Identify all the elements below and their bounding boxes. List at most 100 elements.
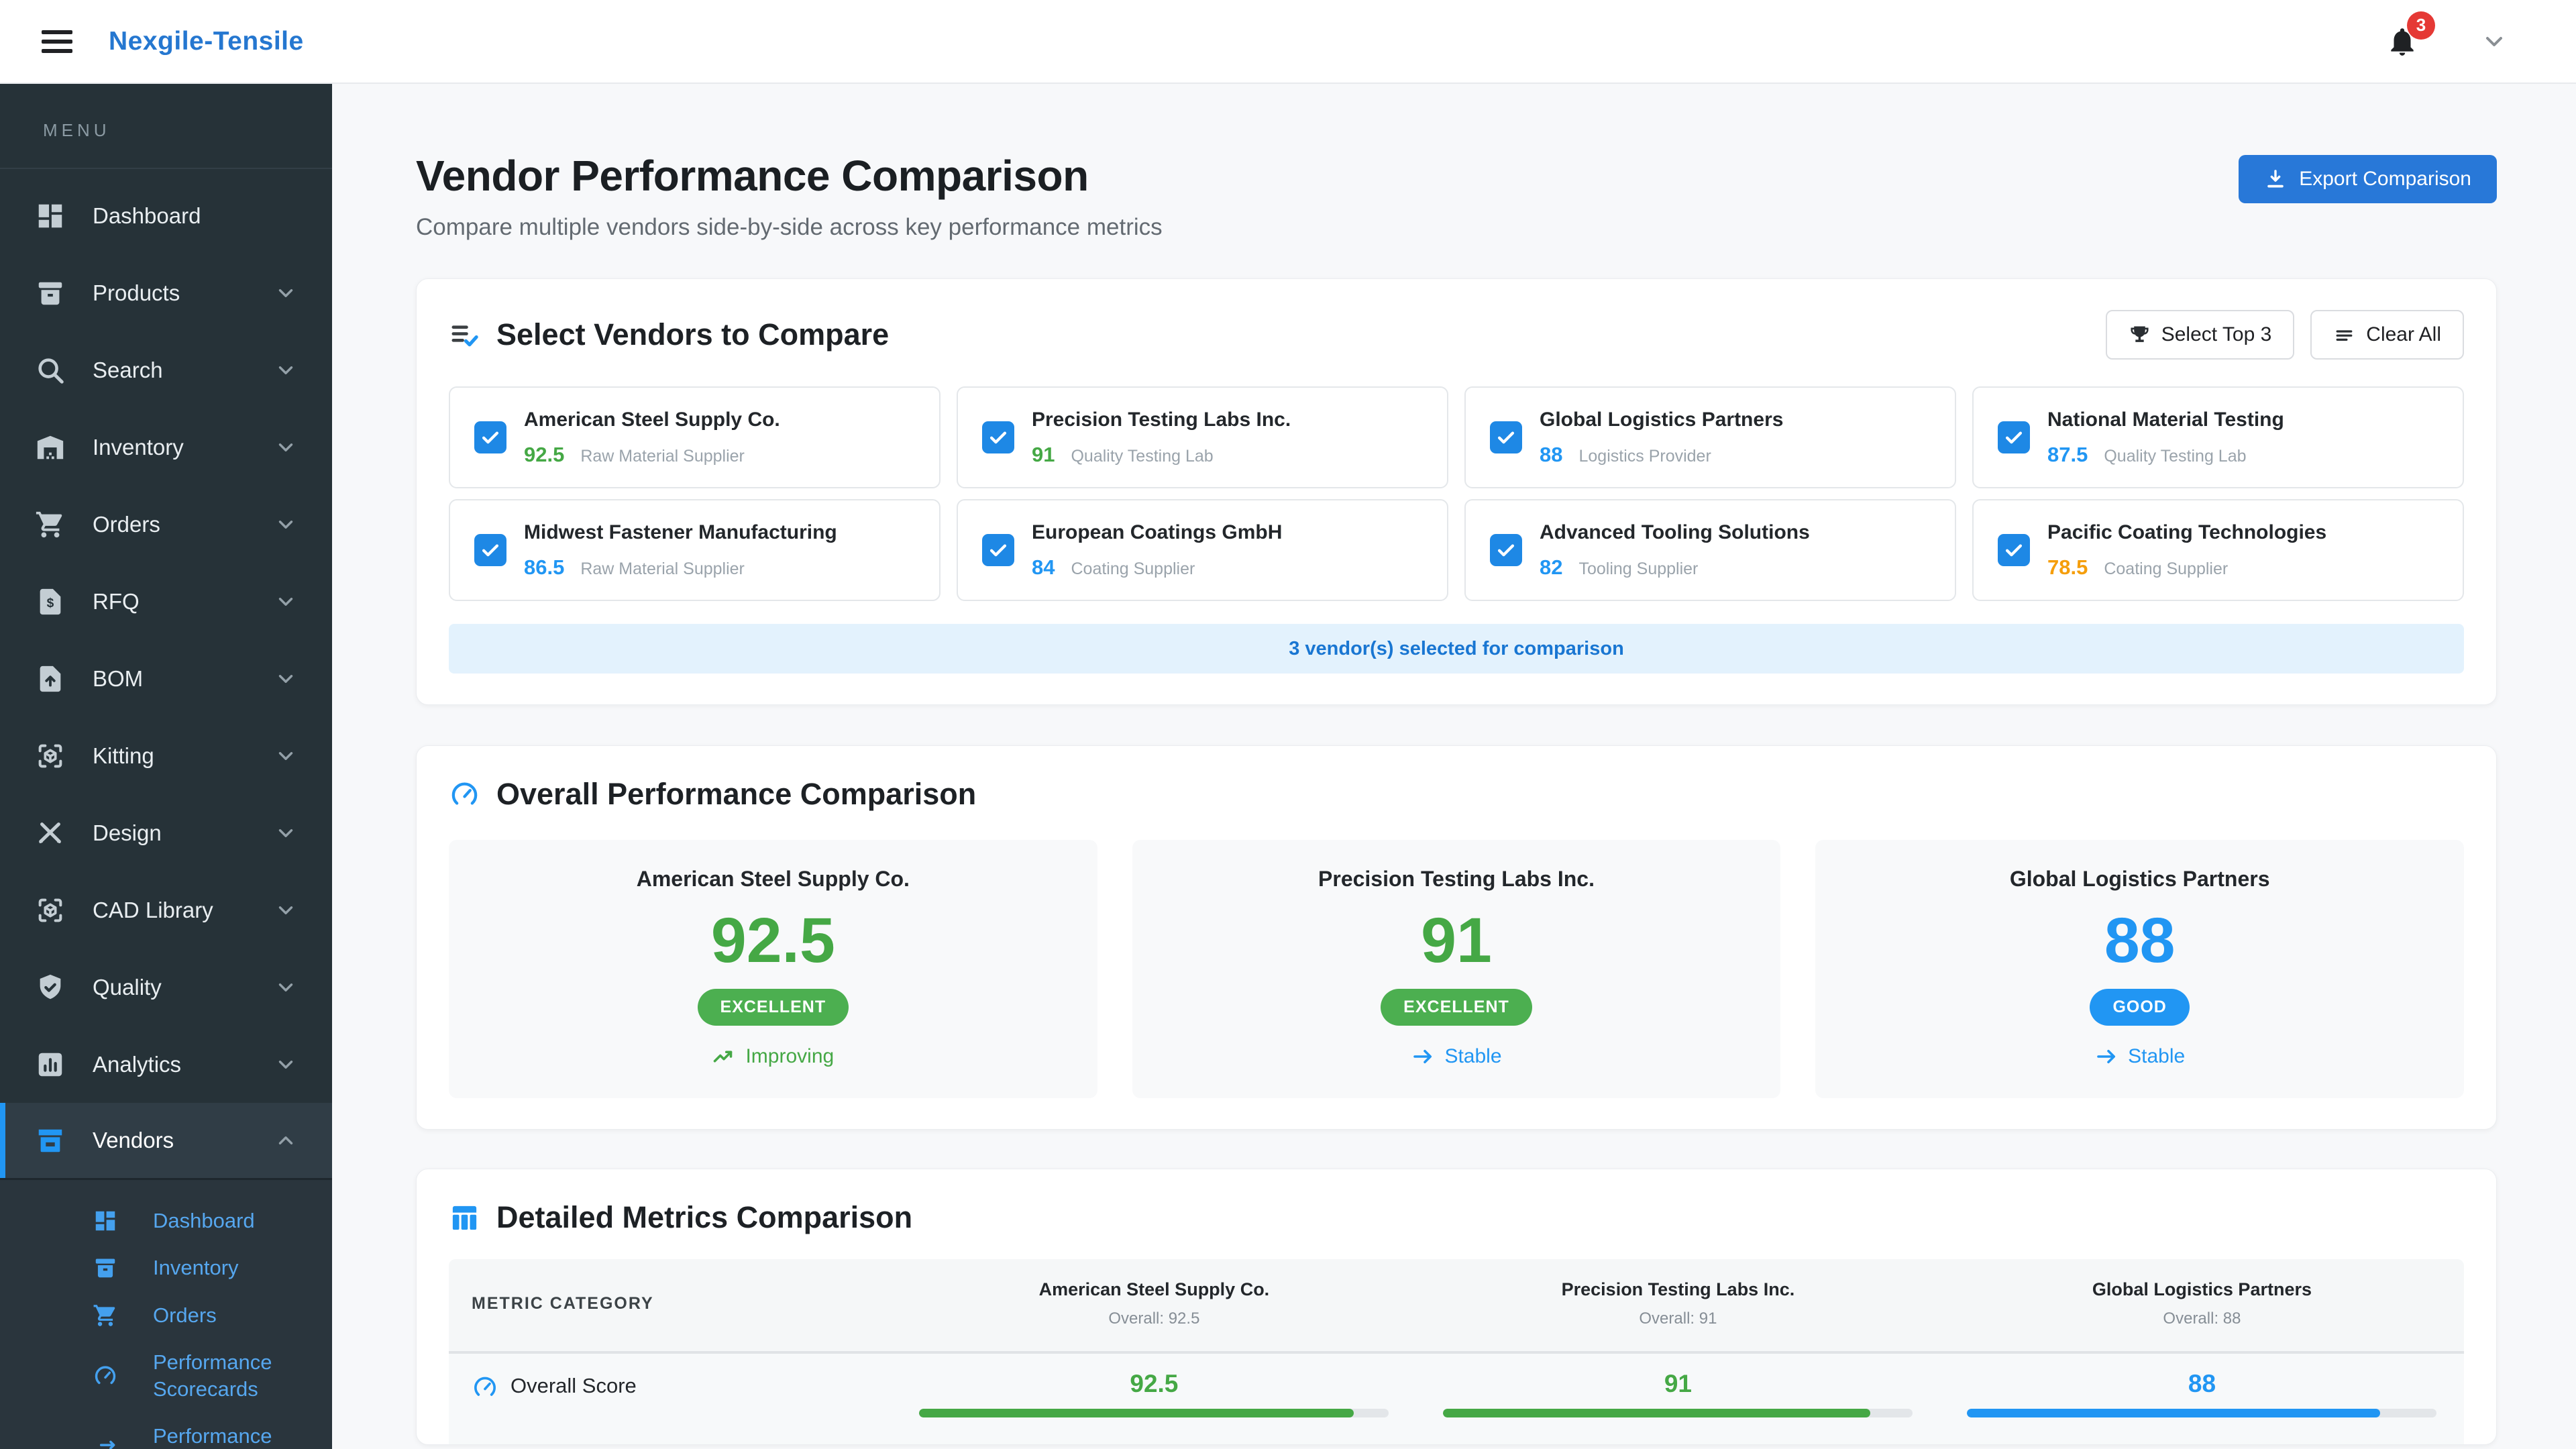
vendor-name: National Material Testing (2047, 409, 2284, 431)
sidebar-item-bom[interactable]: BOM (0, 640, 332, 717)
metrics-table-header: METRIC CATEGORY American Steel Supply Co… (449, 1259, 2464, 1354)
chevron-down-icon[interactable] (2481, 28, 2508, 55)
notifications-button[interactable]: 3 (2385, 25, 2419, 58)
overall-score: 92.5 (462, 909, 1084, 973)
checkbox-checked[interactable] (474, 534, 506, 566)
top-navbar: Nexgile-Tensile 3 (0, 0, 2576, 84)
table-columns-icon (449, 1202, 480, 1234)
vendor-column-name: Precision Testing Labs Inc. (1416, 1279, 1940, 1300)
vendor-select-card[interactable]: American Steel Supply Co. 92.5Raw Materi… (449, 386, 941, 488)
sidebar-item-dashboard[interactable]: Dashboard (0, 177, 332, 254)
sidebar-item-kitting[interactable]: Kitting (0, 717, 332, 794)
chevron-down-icon (274, 436, 297, 459)
rfq-document-icon: $ (35, 586, 66, 617)
vendor-name: Midwest Fastener Manufacturing (524, 521, 837, 544)
design-tools-icon (35, 818, 66, 849)
vendor-select-card[interactable]: National Material Testing 87.5Quality Te… (1972, 386, 2464, 488)
vendor-name: Precision Testing Labs Inc. (1146, 867, 1768, 892)
performance-summary-card: American Steel Supply Co. 92.5 EXCELLENT… (449, 840, 1097, 1098)
performance-summary-card: Precision Testing Labs Inc. 91 EXCELLENT… (1132, 840, 1781, 1098)
submenu-item-label: Performance Comparison (153, 1423, 305, 1449)
checkbox-checked[interactable] (1998, 534, 2030, 566)
submenu-item-orders[interactable]: Orders (0, 1292, 332, 1339)
progress-bar-fill (1967, 1409, 2380, 1417)
metric-cell: 91 (1416, 1370, 1940, 1417)
export-comparison-button[interactable]: Export Comparison (2239, 155, 2497, 203)
arrow-right-icon (2094, 1044, 2118, 1069)
vendor-column-name: Global Logistics Partners (1940, 1279, 2464, 1300)
sidebar-item-orders[interactable]: Orders (0, 486, 332, 563)
sidebar-item-inventory[interactable]: Inventory (0, 409, 332, 486)
checkbox-checked[interactable] (1490, 421, 1522, 453)
brand-logo[interactable]: Nexgile-Tensile (109, 27, 304, 56)
metrics-table: METRIC CATEGORY American Steel Supply Co… (449, 1259, 2464, 1444)
submenu-item-inventory[interactable]: Inventory (0, 1244, 332, 1291)
overall-score: 91 (1146, 909, 1768, 973)
progress-bar-fill (1443, 1409, 1870, 1417)
vendor-name: Precision Testing Labs Inc. (1032, 409, 1291, 431)
sidebar-item-search[interactable]: Search (0, 331, 332, 409)
sidebar-item-design[interactable]: Design (0, 794, 332, 871)
vendor-column-overall: Overall: 91 (1416, 1309, 1940, 1328)
section-title: Overall Performance Comparison (496, 777, 976, 812)
sidebar-item-products[interactable]: Products (0, 254, 332, 331)
vendor-name: Global Logistics Partners (1829, 867, 2451, 892)
checkbox-checked[interactable] (474, 421, 506, 453)
sidebar-item-label: Products (93, 280, 180, 306)
hamburger-menu-icon[interactable] (42, 30, 72, 53)
store-icon (35, 1125, 66, 1156)
vendor-select-card[interactable]: Precision Testing Labs Inc. 91Quality Te… (957, 386, 1448, 488)
metric-row-label-text: Overall Score (511, 1374, 637, 1398)
sidebar-item-label: BOM (93, 666, 143, 692)
sidebar-item-rfq[interactable]: $ RFQ (0, 563, 332, 640)
sidebar-item-label: Kitting (93, 743, 154, 769)
sidebar-item-quality[interactable]: Quality (0, 949, 332, 1026)
main-content: Vendor Performance Comparison Compare mu… (332, 84, 2576, 1449)
vendor-select-card[interactable]: European Coatings GmbH 84Coating Supplie… (957, 499, 1448, 601)
select-vendors-card: Select Vendors to Compare Select Top 3 C… (416, 278, 2497, 705)
vendors-submenu: Dashboard Inventory Orders Performance S… (0, 1178, 332, 1449)
shield-check-icon (35, 972, 66, 1003)
vendor-select-card[interactable]: Pacific Coating Technologies 78.5Coating… (1972, 499, 2464, 601)
chevron-down-icon (274, 745, 297, 767)
submenu-item-label: Dashboard (153, 1208, 255, 1234)
sidebar-item-analytics[interactable]: Analytics (0, 1026, 332, 1103)
check-icon (479, 539, 502, 561)
sidebar-item-cad-library[interactable]: CAD Library (0, 871, 332, 949)
vendor-select-card[interactable]: Advanced Tooling Solutions 82Tooling Sup… (1464, 499, 1956, 601)
check-icon (987, 426, 1010, 449)
bom-document-icon (35, 663, 66, 694)
submenu-item-performance-comparison[interactable]: Performance Comparison (0, 1413, 332, 1449)
chevron-down-icon (274, 1053, 297, 1076)
select-top-3-button[interactable]: Select Top 3 (2106, 310, 2295, 360)
checkbox-checked[interactable] (1998, 421, 2030, 453)
metric-value: 92.5 (892, 1370, 1416, 1398)
sidebar-item-vendors-active[interactable]: Vendors (0, 1103, 332, 1178)
check-icon (2002, 539, 2025, 561)
submenu-item-performance-scorecards[interactable]: Performance Scorecards (0, 1339, 332, 1413)
vendor-name: Global Logistics Partners (1540, 409, 1783, 431)
trend-indicator: Stable (1146, 1044, 1768, 1069)
navbar-actions: 3 (2385, 25, 2534, 58)
trophy-icon (2129, 324, 2151, 346)
clear-all-button[interactable]: Clear All (2310, 310, 2464, 360)
chevron-down-icon (274, 513, 297, 536)
checkbox-checked[interactable] (982, 421, 1014, 453)
vendor-select-card[interactable]: Global Logistics Partners 88Logistics Pr… (1464, 386, 1956, 488)
trend-label: Stable (2128, 1045, 2185, 1068)
submenu-item-dashboard[interactable]: Dashboard (0, 1197, 332, 1244)
arrow-right-icon (1411, 1044, 1435, 1069)
sidebar: MENU Dashboard Products Search Inventory (0, 84, 332, 1449)
check-icon (1495, 426, 1517, 449)
sidebar-item-label: RFQ (93, 589, 140, 614)
checkbox-checked[interactable] (982, 534, 1014, 566)
metric-row-label: Overall Score (449, 1370, 892, 1417)
metric-category-header: METRIC CATEGORY (449, 1294, 892, 1313)
sidebar-item-label: Design (93, 820, 162, 846)
vendor-select-card[interactable]: Midwest Fastener Manufacturing 86.5Raw M… (449, 499, 941, 601)
checkbox-checked[interactable] (1490, 534, 1522, 566)
vendor-name: American Steel Supply Co. (462, 867, 1084, 892)
sidebar-item-label: Orders (93, 512, 160, 537)
vendor-type: Tooling Supplier (1578, 559, 1698, 579)
overall-performance-card: Overall Performance Comparison American … (416, 745, 2497, 1130)
